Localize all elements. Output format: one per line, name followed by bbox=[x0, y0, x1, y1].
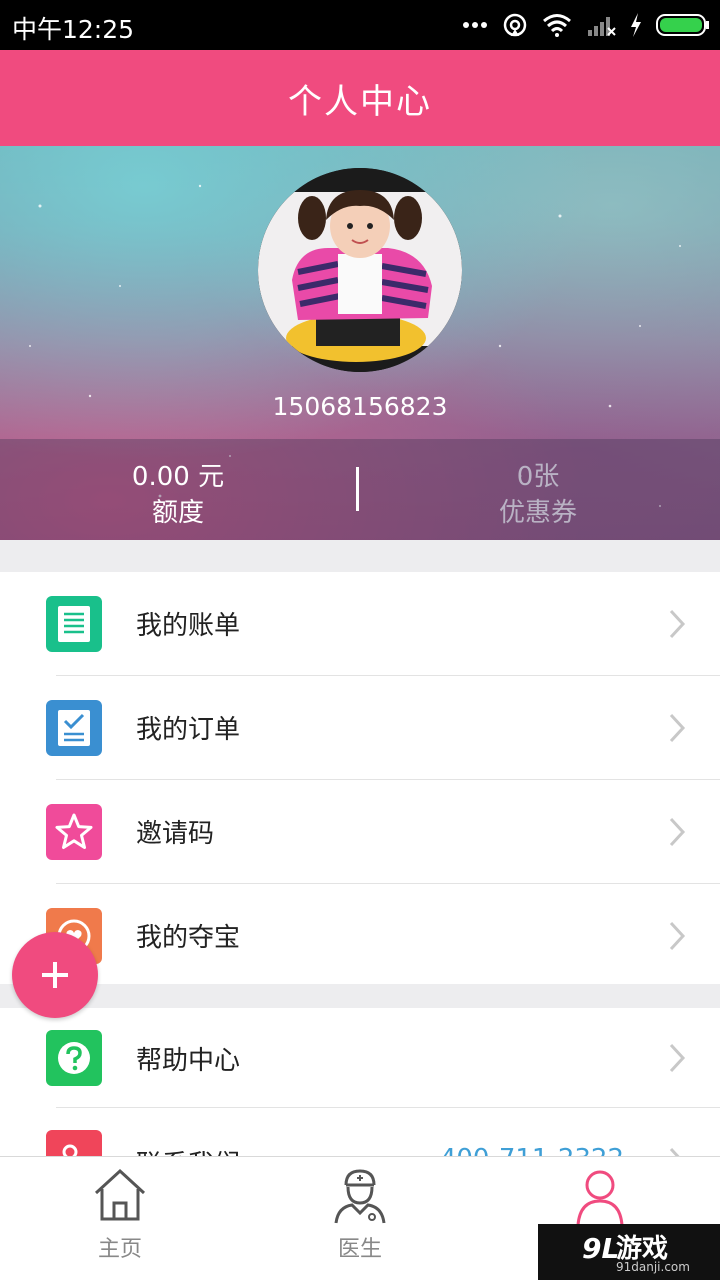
chevron-right-icon bbox=[669, 921, 686, 951]
watermark-url: 91danji.com bbox=[616, 1260, 690, 1274]
coupon-stat[interactable]: 0张 优惠券 bbox=[388, 459, 688, 531]
user-icon bbox=[576, 1170, 624, 1225]
charging-icon bbox=[631, 13, 641, 37]
menu-item-invite-code[interactable]: 邀请码 bbox=[0, 780, 720, 884]
menu-item-label: 我的账单 bbox=[136, 611, 241, 641]
battery-icon bbox=[656, 14, 709, 36]
phone-number: 15068156823 bbox=[272, 392, 448, 421]
credit-stat[interactable]: 0.00 元 额度 bbox=[28, 459, 328, 531]
nav-label: 主页 bbox=[97, 1237, 142, 1262]
star-icon bbox=[46, 804, 102, 860]
site-watermark: 9L 游戏 91danji.com bbox=[538, 1224, 720, 1280]
plus-icon bbox=[42, 962, 68, 988]
nav-doctor[interactable]: 医生 bbox=[300, 1167, 420, 1277]
contact-phone[interactable]: 400-711-2322 bbox=[440, 1144, 624, 1156]
menu-item-help-center[interactable]: 帮助中心 bbox=[0, 1008, 720, 1108]
signal-icon bbox=[588, 17, 616, 36]
nav-label: 医生 bbox=[337, 1237, 382, 1262]
add-fab-button[interactable] bbox=[12, 932, 98, 1018]
status-icons bbox=[462, 10, 710, 40]
menu-item-bills[interactable]: 我的账单 bbox=[0, 572, 720, 676]
order-icon bbox=[46, 700, 102, 756]
home-icon bbox=[94, 1168, 146, 1221]
menu-item-label: 联系我们 bbox=[136, 1144, 240, 1156]
menu-item-treasure[interactable]: 我的夺宝 bbox=[0, 884, 720, 984]
wifi-icon bbox=[543, 14, 571, 37]
chevron-right-icon bbox=[669, 609, 686, 639]
stat-divider bbox=[356, 467, 359, 511]
help-icon bbox=[46, 1030, 102, 1086]
chevron-right-icon bbox=[669, 1043, 686, 1073]
bill-icon bbox=[46, 596, 102, 652]
avatar[interactable] bbox=[258, 168, 462, 372]
watermark-logo: 9L bbox=[582, 1232, 620, 1265]
menu-group-support: 帮助中心 联系我们 400-711-2322 bbox=[0, 1008, 720, 1156]
menu-item-orders[interactable]: 我的订单 bbox=[0, 676, 720, 780]
menu-item-label: 我的订单 bbox=[136, 715, 241, 745]
contact-icon bbox=[46, 1130, 102, 1156]
menu-item-contact-us[interactable]: 联系我们 400-711-2322 bbox=[0, 1108, 720, 1156]
status-time: 中午12:25 bbox=[12, 15, 135, 44]
menu-item-label: 我的夺宝 bbox=[136, 923, 241, 953]
menu-item-label: 帮助中心 bbox=[136, 1046, 241, 1076]
chevron-right-icon bbox=[669, 713, 686, 743]
page-title: 个人中心 bbox=[288, 81, 432, 122]
menu-item-label: 邀请码 bbox=[136, 819, 215, 849]
stats-bar: 0.00 元 额度 0张 优惠券 bbox=[0, 439, 720, 540]
profile-header: 15068156823 0.00 元 额度 0张 优惠券 bbox=[0, 146, 720, 540]
hotspot-icon bbox=[503, 13, 527, 37]
more-dots-icon bbox=[463, 22, 487, 28]
chevron-right-icon bbox=[669, 1147, 680, 1156]
title-bar: 个人中心 bbox=[0, 50, 720, 146]
avatar-image bbox=[258, 168, 462, 372]
status-bar: 中午12:25 bbox=[0, 0, 720, 50]
chevron-right-icon bbox=[669, 817, 686, 847]
credit-value: 0.00 元 bbox=[131, 462, 225, 492]
doctor-icon bbox=[334, 1169, 386, 1224]
coupon-label: 优惠券 bbox=[498, 498, 577, 528]
menu-group-account: 我的账单 我的订单 邀请码 我的夺宝 bbox=[0, 572, 720, 984]
coupon-value: 0张 bbox=[516, 462, 560, 492]
nav-home[interactable]: 主页 bbox=[60, 1167, 180, 1277]
credit-label: 额度 bbox=[151, 498, 204, 528]
